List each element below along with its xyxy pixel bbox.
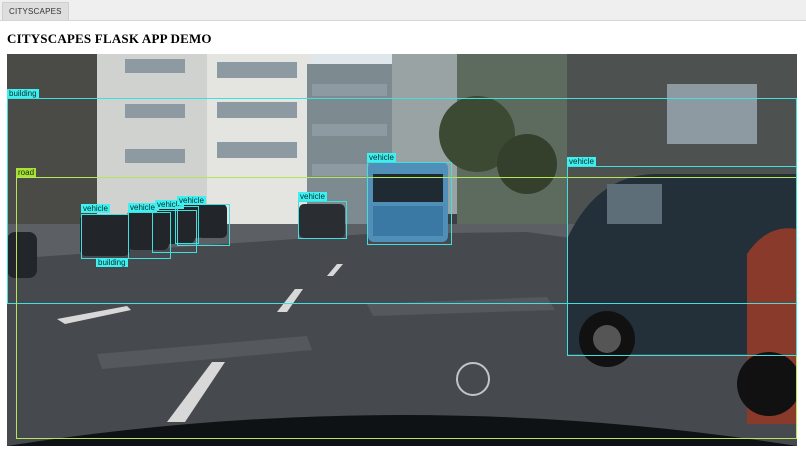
vehicle-bbox — [367, 162, 452, 245]
tab-cityscapes[interactable]: CITYSCAPES — [2, 2, 69, 20]
vehicle-bbox — [81, 214, 129, 259]
vehicle-label: vehicle — [81, 204, 110, 213]
vehicle-label: vehicle — [298, 192, 327, 201]
vehicle-label: vehicle — [177, 196, 206, 205]
vehicle-bbox — [567, 166, 797, 356]
road-label: road — [16, 168, 37, 177]
vehicle-bbox — [177, 204, 230, 246]
page-title: CITYSCAPES FLASK APP DEMO — [7, 31, 212, 46]
top-nav-bar: CITYSCAPES — [0, 0, 806, 21]
vehicle-label: vehicle — [567, 157, 596, 166]
segmentation-result-image: building road vehicle vehicle vehicle ve… — [7, 54, 797, 446]
building-label: building — [96, 258, 128, 267]
building-label: building — [7, 89, 39, 98]
vehicle-bbox — [298, 201, 347, 239]
vehicle-label: vehicle — [367, 153, 396, 162]
